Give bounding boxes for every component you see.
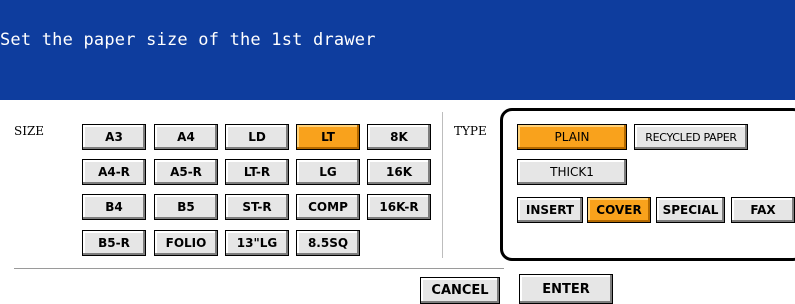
size-label: SIZE [14, 124, 45, 138]
type-special-button[interactable]: SPECIAL [656, 197, 725, 223]
size-8k-button[interactable]: 8K [367, 124, 431, 150]
type-thick1-button[interactable]: THICK1 [517, 159, 627, 185]
size-a3-button[interactable]: A3 [82, 124, 146, 150]
type-recycled-paper-button[interactable]: RECYCLED PAPER [634, 124, 748, 150]
type-insert-button[interactable]: INSERT [517, 197, 583, 223]
size-b4-button[interactable]: B4 [82, 194, 146, 220]
size-b5-button[interactable]: B5 [154, 194, 218, 220]
footer-divider [14, 268, 504, 269]
cancel-button[interactable]: CANCEL [420, 277, 500, 304]
paper-size-screen: Set the paper size of the 1st drawer SIZ… [0, 0, 795, 304]
title-bar: Set the paper size of the 1st drawer [0, 0, 795, 100]
size-ltr-button[interactable]: LT-R [225, 159, 289, 185]
type-cover-button[interactable]: COVER [587, 197, 651, 223]
page-title: Set the paper size of the 1st drawer [0, 30, 376, 50]
type-fax-button[interactable]: FAX [731, 197, 795, 223]
size-85sq-button[interactable]: 8.5SQ [296, 230, 360, 256]
size-folio-button[interactable]: FOLIO [154, 230, 218, 256]
size-13lg-button[interactable]: 13"LG [225, 230, 289, 256]
size-a4r-button[interactable]: A4-R [82, 159, 146, 185]
size-a5r-button[interactable]: A5-R [154, 159, 218, 185]
size-lt-button[interactable]: LT [296, 124, 360, 150]
size-lg-button[interactable]: LG [296, 159, 360, 185]
type-label: TYPE [454, 124, 487, 138]
size-comp-button[interactable]: COMP [296, 194, 360, 220]
size-16k-button[interactable]: 16K [367, 159, 431, 185]
size-16kr-button[interactable]: 16K-R [367, 194, 431, 220]
size-ld-button[interactable]: LD [225, 124, 289, 150]
size-a4-button[interactable]: A4 [154, 124, 218, 150]
enter-button[interactable]: ENTER [519, 274, 613, 304]
section-divider [442, 112, 443, 258]
size-str-button[interactable]: ST-R [225, 194, 289, 220]
size-b5r-button[interactable]: B5-R [82, 230, 146, 256]
type-plain-button[interactable]: PLAIN [517, 124, 627, 150]
